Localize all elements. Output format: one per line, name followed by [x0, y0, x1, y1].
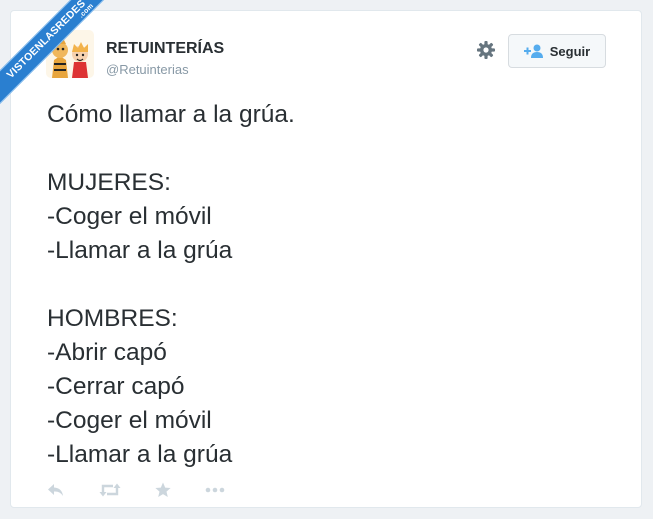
retweet-icon[interactable]: [99, 480, 121, 500]
add-user-icon: [523, 44, 543, 58]
watermark-ribbon: VISTOENLASREDES .com: [0, 0, 120, 120]
gear-icon[interactable]: [476, 40, 496, 60]
tweet-actions: [47, 480, 259, 500]
author-name[interactable]: RETUINTERÍAS: [106, 40, 224, 58]
tweet-text: Cómo llamar a la grúa. MUJERES: -Coger e…: [47, 101, 295, 468]
follow-label: Seguir: [549, 43, 591, 59]
follow-button[interactable]: Seguir: [508, 34, 606, 68]
star-icon[interactable]: [155, 480, 171, 500]
watermark-text: VISTOENLASREDES: [4, 0, 89, 82]
more-icon[interactable]: [205, 480, 225, 500]
reply-icon[interactable]: [47, 480, 65, 500]
